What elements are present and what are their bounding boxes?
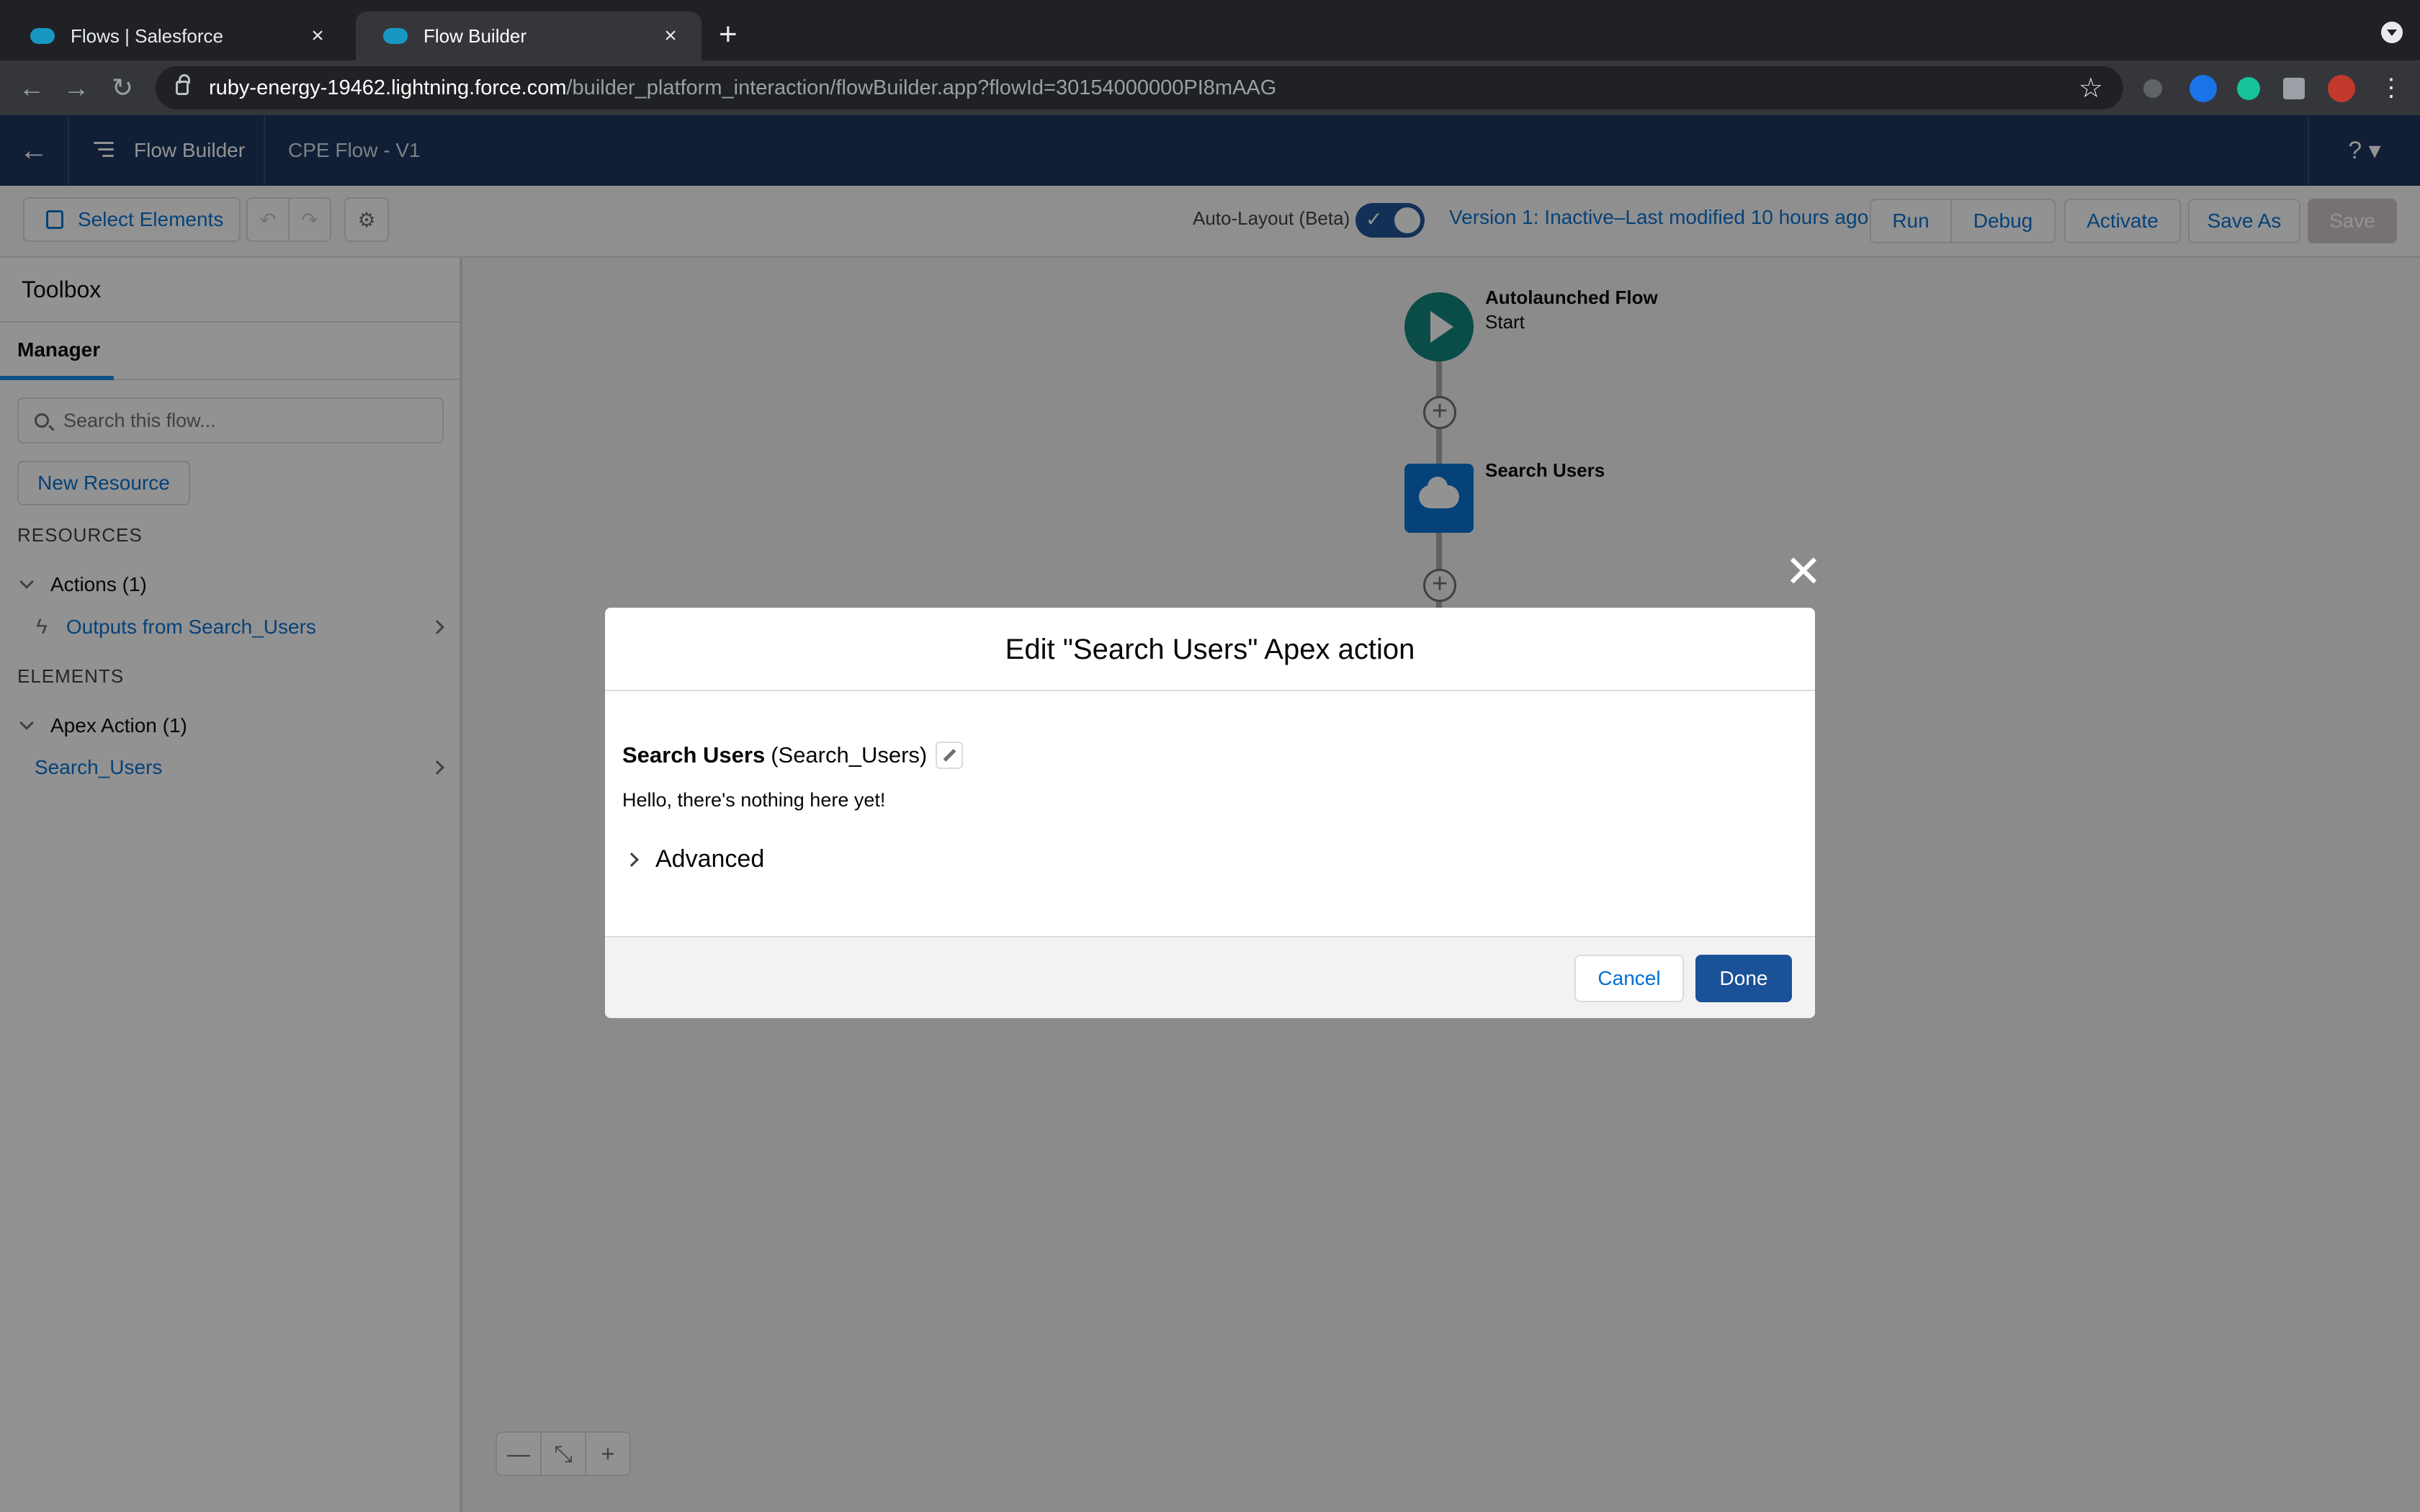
address-bar[interactable]: ruby-energy-19462.lightning.force.com/bu… [156, 66, 2123, 109]
modal-footer: Cancel Done [605, 936, 1815, 1018]
grammarly-icon[interactable] [2237, 77, 2260, 100]
search-extension-icon[interactable] [2190, 75, 2217, 102]
modal-title: Edit "Search Users" Apex action [605, 608, 1815, 691]
empty-message: Hello, there's nothing here yet! [622, 789, 886, 811]
bookmark-star-icon[interactable]: ☆ [2079, 72, 2103, 104]
chevron-right-icon [624, 852, 639, 867]
info-extension-icon[interactable] [2143, 79, 2162, 98]
back-arrow-icon[interactable]: ← [14, 71, 49, 105]
lock-icon [176, 74, 190, 95]
tab-search-icon[interactable] [2381, 22, 2403, 43]
salesforce-cloud-icon [30, 28, 55, 44]
browser-tab-flows[interactable]: Flows | Salesforce × [3, 12, 349, 60]
browser-tab-flow-builder[interactable]: Flow Builder × [356, 12, 702, 60]
reload-icon[interactable]: ↻ [105, 71, 140, 105]
forward-arrow-icon[interactable]: → [59, 71, 94, 105]
browser-toolbar: ← → ↻ ruby-energy-19462.lightning.force.… [0, 60, 2420, 115]
browser-tab-strip: Flows | Salesforce × Flow Builder × + [0, 0, 2420, 60]
element-api-name: (Search_Users) [771, 742, 928, 768]
close-tab-icon[interactable]: × [307, 24, 328, 48]
avatar[interactable] [2328, 75, 2355, 102]
browser-tab-title: Flows | Salesforce [71, 24, 223, 47]
salesforce-cloud-icon [383, 28, 408, 44]
browser-tab-title: Flow Builder [424, 24, 527, 47]
url-path: /builder_platform_interaction/flowBuilde… [566, 76, 1277, 99]
element-name-row: Search Users (Search_Users) [622, 742, 964, 769]
close-tab-icon[interactable]: × [660, 24, 681, 48]
url-host: ruby-energy-19462.lightning.force.com [209, 76, 567, 99]
advanced-section-toggle[interactable]: Advanced [622, 845, 764, 873]
done-button[interactable]: Done [1695, 955, 1792, 1002]
new-tab-button[interactable]: + [719, 16, 738, 53]
advanced-label: Advanced [655, 845, 765, 873]
cancel-button[interactable]: Cancel [1574, 955, 1684, 1002]
edit-apex-action-modal: Edit "Search Users" Apex action Search U… [605, 608, 1815, 1018]
modal-body: Search Users (Search_Users) Hello, there… [605, 691, 1815, 936]
kebab-menu-icon[interactable]: ⋮ [2374, 71, 2408, 105]
puzzle-extensions-icon[interactable] [2283, 78, 2305, 99]
edit-pencil-icon[interactable] [936, 742, 964, 769]
close-icon[interactable]: ✕ [1785, 550, 1822, 595]
element-label: Search Users [622, 742, 766, 768]
